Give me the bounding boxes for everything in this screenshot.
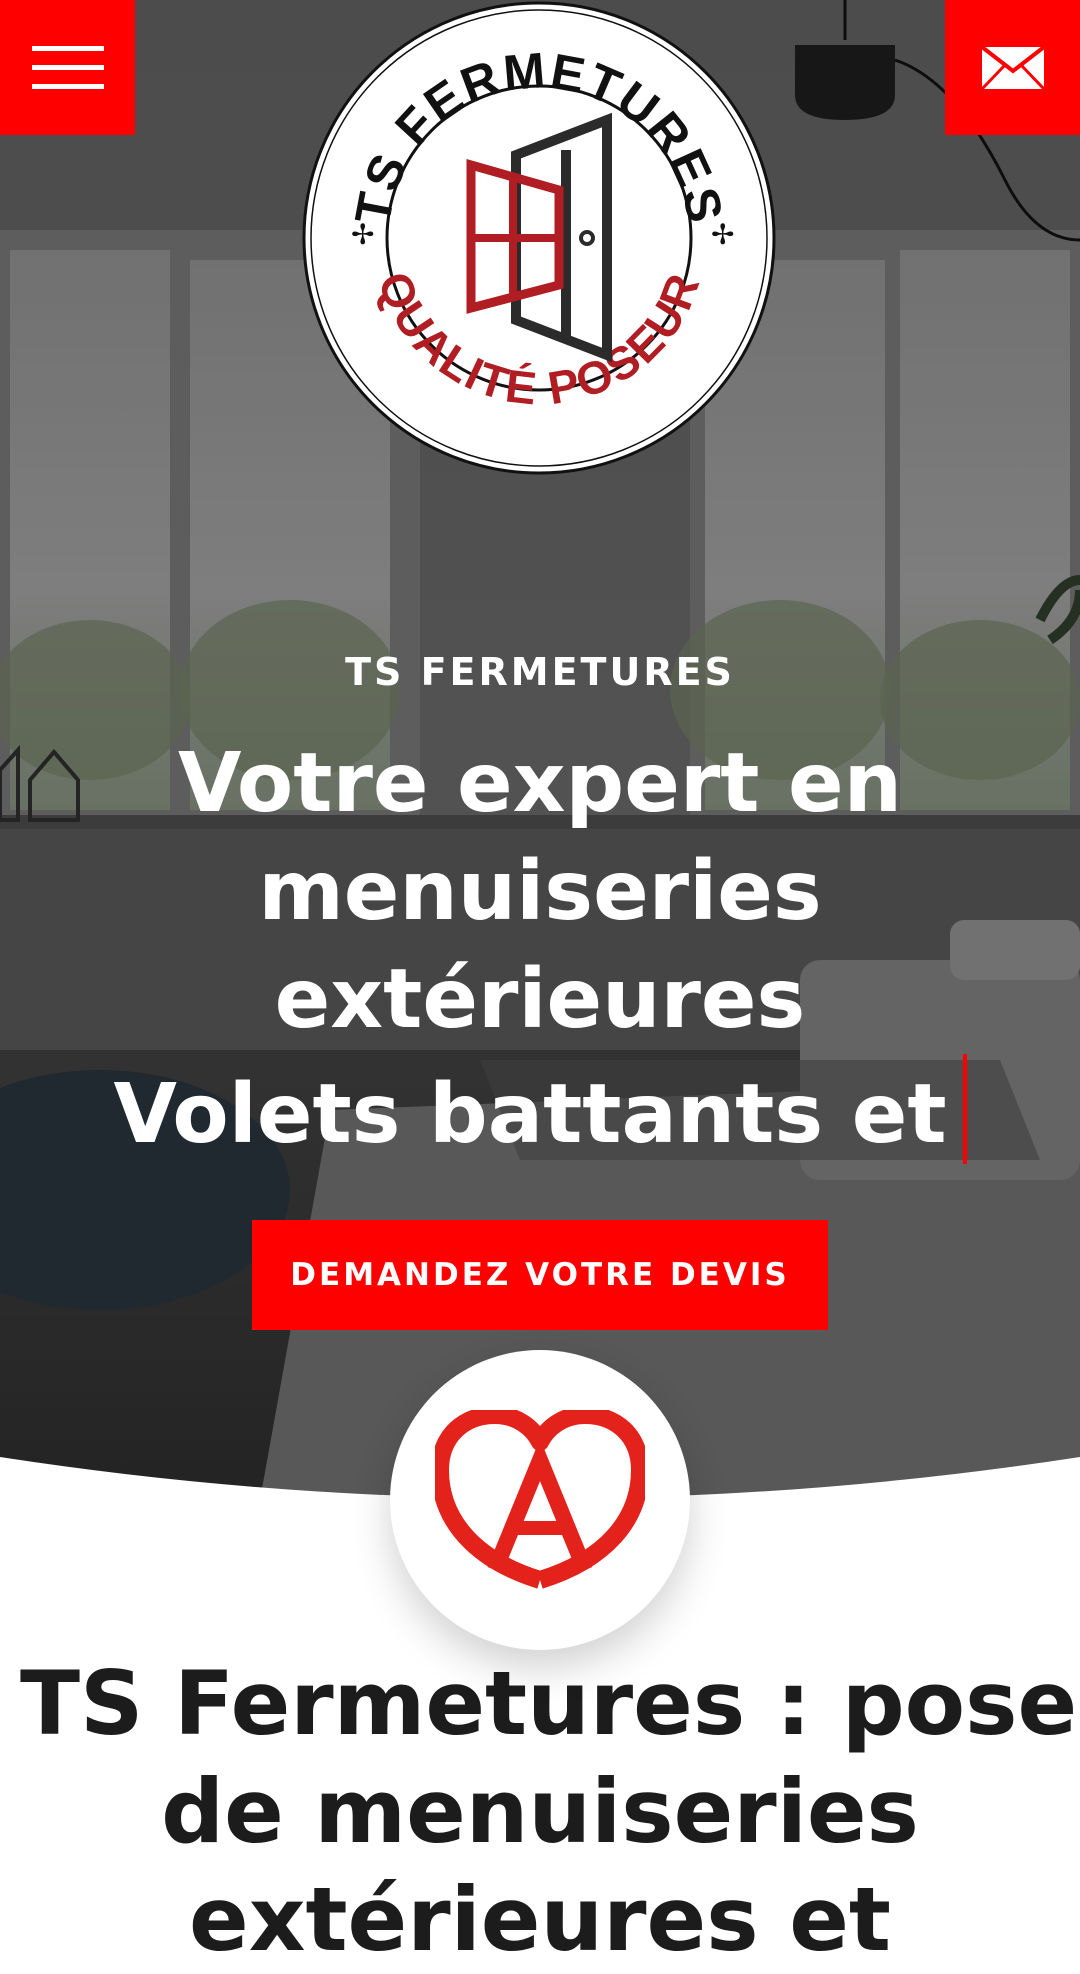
alsace-heart-a-logo-icon bbox=[435, 1410, 645, 1589]
hero-headline-line-4-wrap: Volets battants et bbox=[60, 1054, 1020, 1169]
hamburger-menu-icon-bar bbox=[31, 65, 104, 70]
envelope-icon bbox=[980, 44, 1045, 90]
hero-headline: Votre expert en menuiseries extérieures … bbox=[60, 730, 1020, 1169]
section-title-line-2: de menuiseries bbox=[161, 1760, 919, 1863]
logo-star-right: ✢ bbox=[711, 218, 734, 251]
menu-button[interactable] bbox=[0, 0, 135, 135]
hero-headline-line-2: menuiseries bbox=[258, 844, 822, 939]
company-logo[interactable]: TS FERMETURES QUALITÉ POSEUR ✢ ✢ bbox=[301, 0, 777, 476]
typing-caret bbox=[962, 1054, 967, 1164]
section-title-line-1: TS Fermetures : pose bbox=[20, 1652, 1078, 1755]
alsace-quality-badge bbox=[390, 1350, 690, 1650]
hero-eyebrow: TS FERMETURES bbox=[345, 650, 735, 694]
section-title: TS Fermetures : pose de menuiseries exté… bbox=[20, 1650, 1078, 1974]
hero-headline-line-4: Volets battants et bbox=[113, 1067, 947, 1162]
request-quote-button[interactable]: DEMANDEZ VOTRE DEVIS bbox=[252, 1220, 828, 1330]
hamburger-menu-icon-bar bbox=[31, 84, 104, 89]
section-title-line-3: extérieures et bbox=[189, 1868, 891, 1971]
contact-mail-button[interactable] bbox=[945, 0, 1080, 135]
hero-headline-line-3: extérieures bbox=[274, 952, 806, 1047]
logo-star-left: ✢ bbox=[351, 218, 374, 251]
hamburger-menu-icon bbox=[31, 46, 104, 51]
hero-headline-line-1: Votre expert en bbox=[177, 736, 903, 831]
